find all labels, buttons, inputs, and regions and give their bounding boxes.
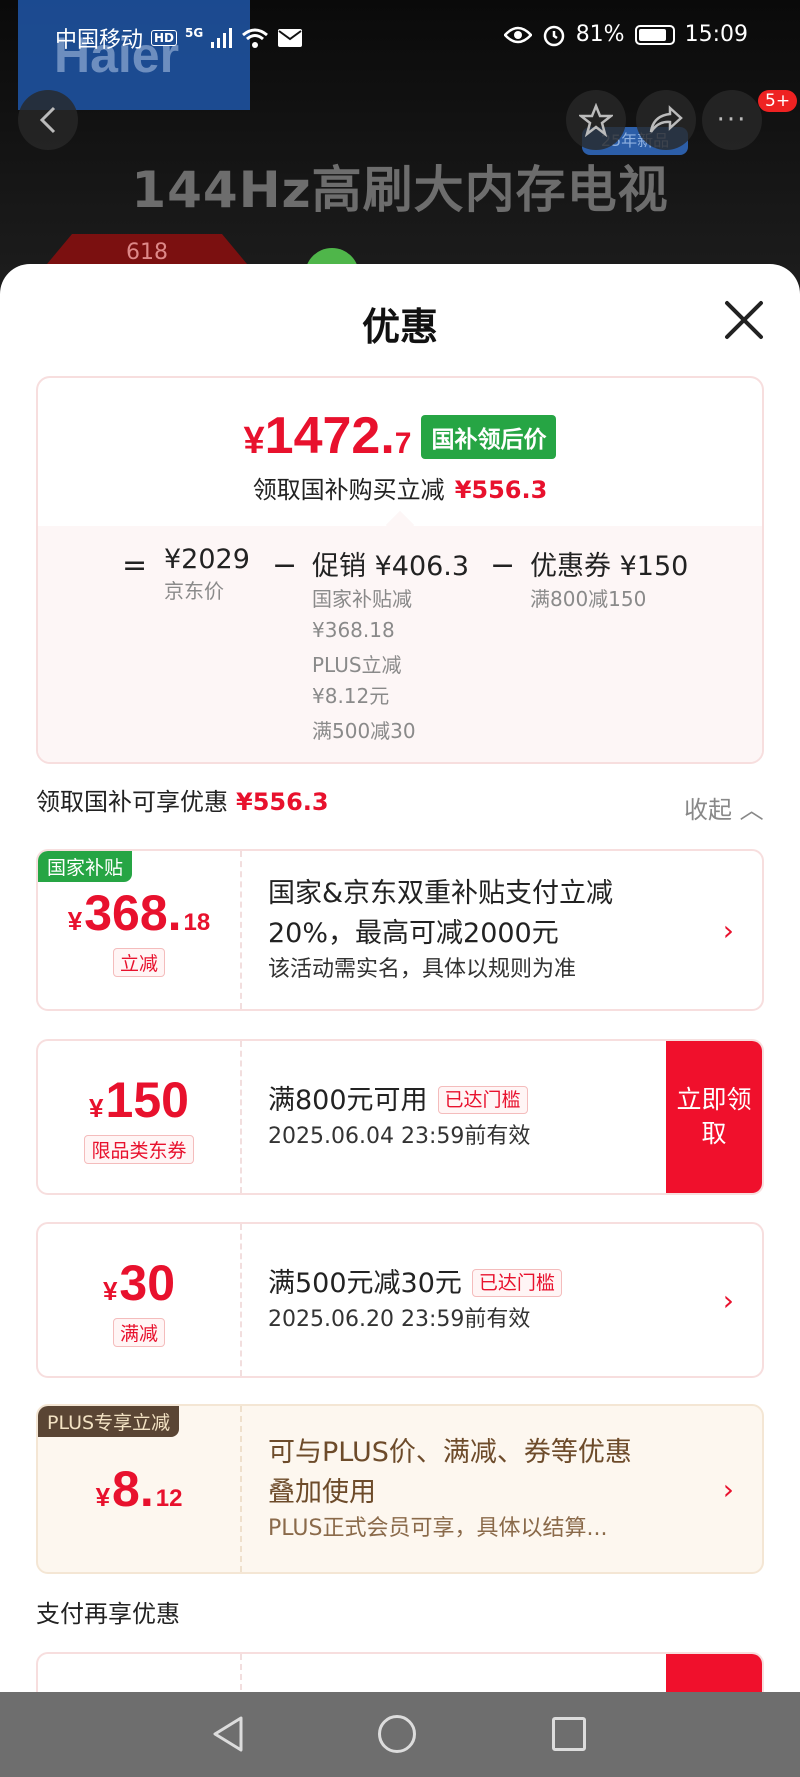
coupon-offer-card: ¥150 限品类东券 满800元可用 已达门槛 2025.06.04 23:59前… xyxy=(36,1039,764,1195)
battery-percent: 81% xyxy=(575,22,625,47)
clock: 15:09 xyxy=(684,22,748,47)
subsidy-offer-card[interactable]: ¥368. 18 立减 国家补贴 国家&京东双重补贴支付立减 20%，最高可减20… xyxy=(36,849,764,1011)
coupon-expiry: 2025.06.04 23:59前有效 xyxy=(268,1124,531,1149)
minus-sign: − xyxy=(490,548,516,583)
equals-sign: = xyxy=(122,548,148,583)
reduction-condition: 满500元减30元 已达门槛 xyxy=(268,1264,562,1304)
reduction-type-tag: 满减 xyxy=(112,1317,165,1347)
reduce-summary: 领取国补购买立减 ¥556.3 xyxy=(252,476,548,504)
coupon-type-tag: 限品类东券 xyxy=(84,1134,194,1164)
coupon-condition: 满800元可用 已达门槛 xyxy=(268,1081,530,1121)
signal-icon xyxy=(211,28,233,48)
claim-coupon-button[interactable]: 立即领取 xyxy=(666,1041,762,1193)
message-count-badge: 5+ xyxy=(758,90,798,112)
nav-back-icon[interactable] xyxy=(207,1712,251,1756)
chevron-left-icon xyxy=(39,106,56,134)
final-price: ¥1472.7 xyxy=(243,407,412,465)
offer-description: 国家&京东双重补贴支付立减 xyxy=(268,878,614,909)
coupon-amount: ¥150 xyxy=(89,1071,189,1128)
chevron-right-icon: › xyxy=(722,914,734,947)
reduction-expiry: 2025.06.20 23:59前有效 xyxy=(268,1307,531,1332)
close-icon[interactable] xyxy=(722,298,766,342)
base-price: ¥2029 京东价 xyxy=(164,544,250,603)
more-dots-icon: ··· xyxy=(716,105,748,135)
sheet-title: 优惠 xyxy=(361,305,438,349)
promo-breakdown: 促销 ¥406.3 国家补贴减 ¥368.18 PLUS立减 ¥8.12元 满5… xyxy=(312,551,470,743)
battery-icon xyxy=(634,24,675,45)
threshold-met-badge: 已达门槛 xyxy=(437,1086,528,1114)
plus-note: PLUS正式会员可享，具体以结算... xyxy=(268,1516,608,1541)
plus-description-cont: 叠加使用 xyxy=(268,1477,376,1508)
carrier-label: 中国移动 xyxy=(55,28,144,53)
subsidy-price-tag: 国补领后价 xyxy=(421,415,557,459)
nav-recent-apps-icon[interactable] xyxy=(552,1717,586,1751)
plus-corner-badge: PLUS专享立减 xyxy=(38,1406,180,1437)
wifi-icon xyxy=(242,28,269,48)
share-icon xyxy=(649,105,683,133)
plus-offer-card[interactable]: ¥8. 12 PLUS专享立减 可与PLUS价、满减、券等优惠 叠加使用 PLUS… xyxy=(36,1404,764,1574)
plus-amount: ¥8. 12 xyxy=(95,1461,183,1517)
share-button[interactable] xyxy=(636,90,696,150)
price-formula: = ¥2029 京东价 − 促销 ¥406.3 国家补贴减 ¥368.18 PL… xyxy=(38,526,762,762)
full-reduction-card[interactable]: ¥30 满减 满500元减30元 已达门槛 2025.06.20 23:59前有效… xyxy=(36,1222,764,1378)
offer-note: 该活动需实名，具体以规则为准 xyxy=(268,957,577,982)
back-button[interactable] xyxy=(18,90,78,150)
minus-sign: − xyxy=(272,548,298,583)
network-type: 5G xyxy=(185,26,204,40)
offer-description-cont: 20%，最高可减2000元 xyxy=(268,918,559,949)
offer-type-tag: 立减 xyxy=(112,947,165,977)
threshold-met-badge: 已达门槛 xyxy=(471,1269,562,1297)
star-icon xyxy=(579,103,613,137)
reduction-amount: ¥30 xyxy=(102,1254,176,1311)
offer-amount: ¥368. 18 xyxy=(67,884,211,941)
alarm-icon xyxy=(543,25,564,46)
mail-icon xyxy=(278,29,303,47)
status-bar: 中国移动 HD 5G 81% 15:09 xyxy=(0,0,800,70)
discount-sheet: 优惠 ¥1472.7 国补领后价 领取国补购买立减 ¥556.3 = ¥2029 … xyxy=(0,264,800,1692)
eye-icon xyxy=(503,26,532,43)
product-banner-title: 144Hz高刷大内存电视 xyxy=(131,161,669,219)
more-button[interactable]: ··· xyxy=(702,90,762,150)
product-nav-row: ··· 5+ xyxy=(0,90,800,150)
payment-offer-card[interactable] xyxy=(36,1652,764,1692)
chevron-right-icon: › xyxy=(722,1473,734,1506)
coupon-breakdown: 优惠券 ¥150 满800减150 xyxy=(530,551,689,611)
enjoy-discount-label: 领取国补可享优惠 ¥556.3 xyxy=(36,788,329,816)
chevron-right-icon: › xyxy=(722,1284,734,1317)
price-summary: ¥1472.7 国补领后价 领取国补购买立减 ¥556.3 = ¥2029 京东价… xyxy=(36,376,764,764)
payment-offer-button[interactable] xyxy=(666,1654,762,1692)
payment-discount-label: 支付再享优惠 xyxy=(36,1600,180,1628)
national-subsidy-corner-badge: 国家补贴 xyxy=(38,851,133,882)
plus-description: 可与PLUS价、满减、券等优惠 xyxy=(268,1437,632,1468)
collapse-toggle[interactable]: 收起 ︿ xyxy=(684,790,764,825)
nav-home-icon[interactable] xyxy=(378,1715,416,1753)
hd-icon: HD xyxy=(151,30,178,46)
favorite-button[interactable] xyxy=(566,90,626,150)
system-nav-bar xyxy=(0,1692,800,1777)
